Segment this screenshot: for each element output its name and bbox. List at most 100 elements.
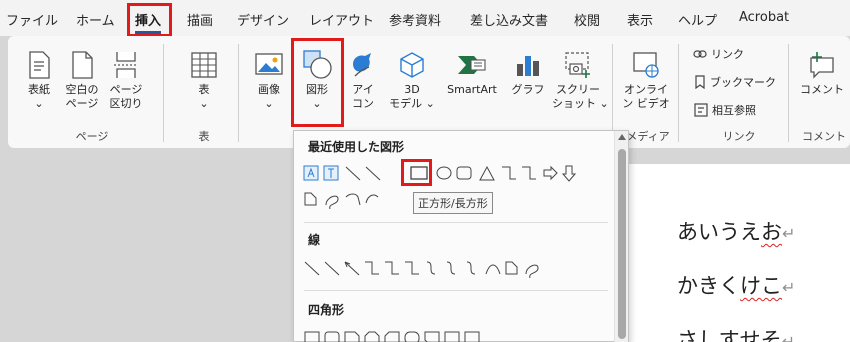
table-button[interactable]: 表 ⌄: [184, 50, 224, 111]
text-box-icon[interactable]: [303, 165, 319, 181]
freeform-shape-icon[interactable]: [505, 261, 518, 275]
round-corner-rectangle-icon[interactable]: [404, 331, 420, 342]
group-separator: [238, 44, 239, 142]
cross-reference-button[interactable]: 相互参照: [694, 102, 756, 118]
line-icon[interactable]: [365, 166, 381, 181]
rectangle-icon[interactable]: [304, 331, 320, 342]
document-line: さしすせそ↵: [677, 328, 795, 342]
line-icon[interactable]: [304, 261, 320, 276]
shapes-dropdown: 最近使用した図形 線 四角形: [293, 130, 629, 342]
3d-models-button[interactable]: 3D モデル ⌄: [388, 50, 436, 111]
icons-icon: [353, 53, 371, 77]
lines-row: [304, 261, 539, 278]
table-icon: [191, 52, 217, 78]
links-group-label: リンク: [722, 130, 756, 143]
curve-icon[interactable]: [485, 264, 501, 275]
online-video-button[interactable]: オンライン ビデオ: [622, 50, 670, 111]
recent-shapes-heading: 最近使用した図形: [308, 140, 405, 154]
link-icon: [693, 50, 707, 58]
freeform-shape-icon[interactable]: [304, 192, 317, 206]
snip-corner-rectangle-icon[interactable]: [344, 331, 360, 342]
scribble-icon[interactable]: [525, 264, 539, 278]
oval-icon[interactable]: [436, 166, 452, 180]
screenshot-icon: [565, 52, 590, 78]
chart-button[interactable]: グラフ: [510, 50, 546, 97]
tab-references[interactable]: 参考資料: [389, 10, 441, 29]
dropdown-separator: [304, 222, 608, 223]
triangle-icon[interactable]: [479, 165, 495, 181]
cross-reference-icon: [694, 103, 708, 117]
cube-icon: [400, 52, 424, 78]
tab-help[interactable]: ヘルプ: [678, 10, 717, 29]
tab-design[interactable]: デザイン: [237, 10, 289, 29]
scribble-icon[interactable]: [325, 195, 339, 209]
right-arrow-icon[interactable]: [543, 165, 558, 181]
document-line: あいうえお↵: [677, 220, 796, 244]
tab-view[interactable]: 表示: [627, 10, 653, 29]
tab-mailings[interactable]: 差し込み文書: [470, 10, 548, 29]
dropdown-separator: [304, 290, 608, 291]
cover-page-button[interactable]: 表紙 ⌄: [21, 50, 57, 111]
tab-acrobat[interactable]: Acrobat: [739, 10, 789, 25]
group-separator: [612, 44, 613, 142]
line-icon[interactable]: [345, 166, 361, 181]
rectangles-heading: 四角形: [308, 303, 345, 317]
curved-double-arrow-icon[interactable]: [466, 261, 476, 275]
dropdown-scrollbar[interactable]: [614, 131, 628, 342]
pages-group-label: ページ: [75, 130, 109, 143]
rounded-rectangle-icon[interactable]: [456, 166, 472, 180]
elbow-arrow-connector-icon[interactable]: [385, 261, 399, 275]
round-diagonal-rectangle-icon[interactable]: [424, 331, 440, 342]
insert-tab-highlight: [127, 3, 172, 37]
media-group-label: メディア: [626, 130, 670, 143]
curve-icon[interactable]: [365, 194, 379, 204]
elbow-arrow-icon[interactable]: [522, 166, 536, 180]
elbow-double-arrow-icon[interactable]: [405, 261, 419, 275]
link-button[interactable]: リンク: [693, 46, 744, 62]
rounded-rectangle-icon[interactable]: [324, 331, 340, 342]
tab-review[interactable]: 校閲: [574, 10, 600, 29]
elbow-connector-icon[interactable]: [365, 261, 379, 275]
table-group-label: 表: [198, 130, 210, 143]
scroll-up-icon[interactable]: [618, 134, 626, 140]
blank-page-button[interactable]: 空白の ページ: [62, 50, 102, 111]
arrow-line-icon[interactable]: [324, 261, 340, 276]
arc-icon[interactable]: [345, 193, 361, 206]
page-break-icon: [114, 52, 138, 78]
shape-tooltip: 正方形/長方形: [413, 192, 493, 214]
image-icon: [255, 53, 283, 75]
comment-button[interactable]: コメント: [800, 50, 844, 97]
group-separator: [788, 44, 789, 142]
vertical-text-box-icon[interactable]: [323, 165, 339, 181]
smartart-button[interactable]: SmartArt: [440, 50, 504, 97]
shapes-button-highlight: [291, 38, 344, 127]
icons-button[interactable]: アイ コン: [343, 50, 383, 111]
blank-page-icon: [72, 51, 93, 79]
document-line: かきくけこ↵: [677, 274, 796, 298]
bookmark-button[interactable]: ブックマーク: [694, 74, 776, 90]
tab-file[interactable]: ファイル: [6, 10, 58, 29]
tab-draw[interactable]: 描画: [187, 10, 213, 29]
page-break-button[interactable]: ページ 区切り: [106, 50, 146, 111]
cover-page-icon: [29, 51, 50, 79]
comment-group-label: コメント: [802, 130, 846, 143]
rectangle-shape-highlight: [401, 159, 432, 186]
bar-chart-icon: [517, 56, 539, 76]
rectangles-row: [304, 331, 480, 342]
snip-round-rectangle-icon[interactable]: [384, 331, 400, 342]
recent-shapes-row-1: [303, 165, 577, 182]
tab-home[interactable]: ホーム: [76, 10, 115, 29]
elbow-connector-icon[interactable]: [502, 166, 516, 180]
curved-arrow-connector-icon[interactable]: [446, 261, 456, 275]
down-arrow-icon[interactable]: [561, 165, 577, 182]
image-button[interactable]: 画像 ⌄: [249, 50, 289, 111]
rectangle-icon[interactable]: [464, 331, 480, 342]
double-arrow-line-icon[interactable]: [344, 261, 360, 276]
scroll-thumb[interactable]: [618, 149, 626, 339]
curved-connector-icon[interactable]: [426, 261, 436, 275]
snip-two-corner-rectangle-icon[interactable]: [364, 331, 380, 342]
document-page[interactable]: あいうえお↵ かきくけこ↵ さしすせそ↵: [625, 164, 850, 342]
tab-layout[interactable]: レイアウト: [309, 10, 374, 29]
screenshot-button[interactable]: スクリー ショット ⌄: [552, 50, 609, 111]
rectangle-icon[interactable]: [444, 331, 460, 342]
